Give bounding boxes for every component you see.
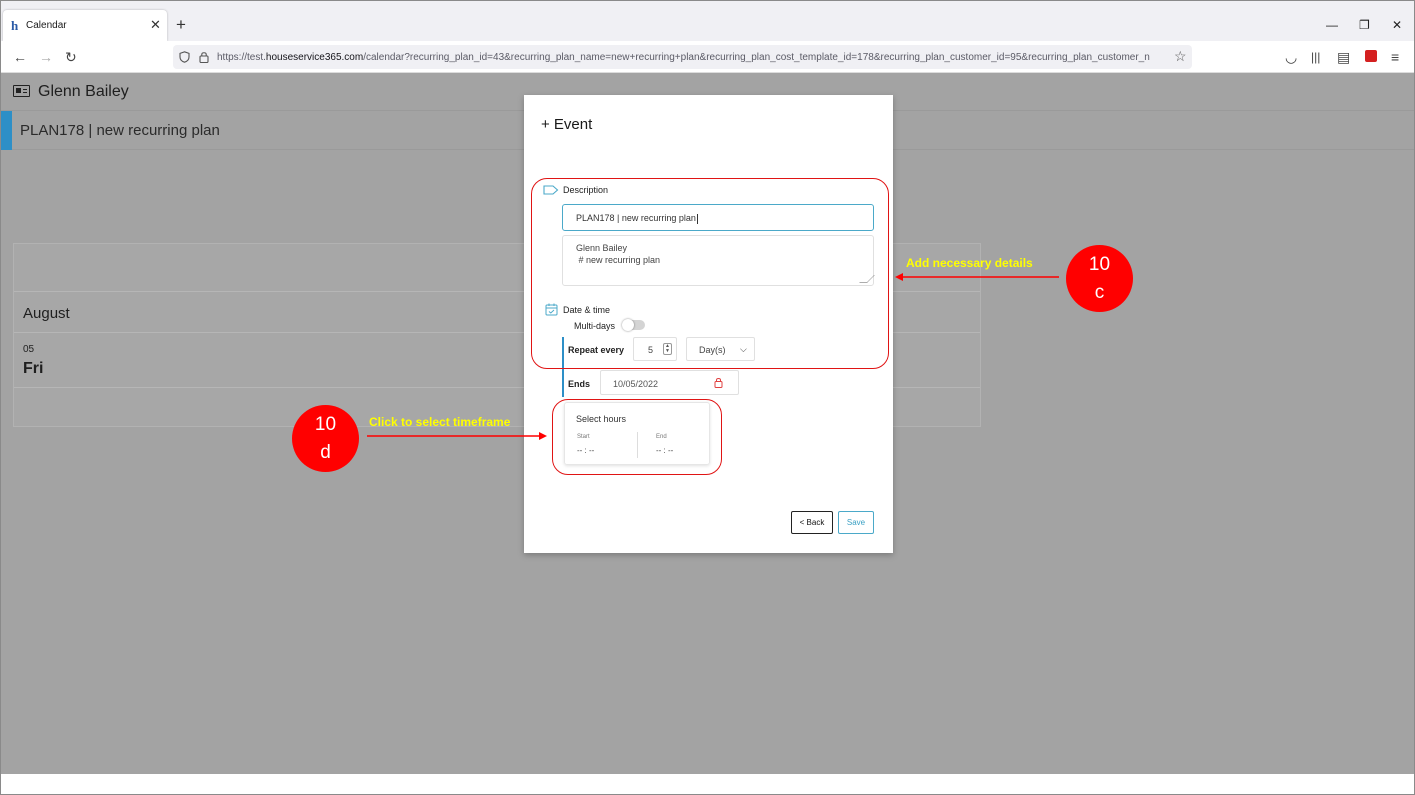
step-badge-10c: 10 c: [1066, 245, 1133, 312]
step-badge-10d: 10 d: [292, 405, 359, 472]
favicon-icon: h: [11, 18, 19, 33]
calendar-day-number: 05: [23, 344, 35, 355]
extension-icon[interactable]: [1365, 50, 1377, 62]
calendar-day-name: Fri: [23, 360, 44, 377]
ends-date-input[interactable]: 10/05/2022: [600, 370, 739, 395]
navigation-bar: ← → ↻ https://test.houseservice365.com/c…: [1, 41, 1414, 73]
annotation-text-timeframe: Click to select timeframe: [369, 415, 511, 429]
annotation-text-details: Add necessary details: [906, 256, 1033, 270]
url-text: https://test.houseservice365.com/calenda…: [217, 52, 1150, 63]
customer-name: Glenn Bailey: [38, 83, 129, 100]
close-tab-icon[interactable]: ✕: [150, 17, 161, 33]
plan-title: PLAN178 | new recurring plan: [20, 122, 220, 139]
contact-card-icon: [13, 85, 30, 97]
arrow-right-icon: [367, 432, 547, 440]
tab-title: Calendar: [26, 20, 67, 31]
restore-icon[interactable]: ❐: [1359, 18, 1370, 32]
annotation-box-hours: [552, 399, 722, 475]
lock-icon: [714, 378, 723, 388]
step-letter: d: [320, 442, 331, 463]
step-number: 10: [1088, 254, 1111, 275]
save-button[interactable]: Save: [838, 511, 874, 534]
step-number: 10: [314, 414, 337, 435]
annotation-box-details: [531, 178, 889, 369]
minimize-icon[interactable]: —: [1326, 18, 1338, 32]
step-letter: c: [1094, 282, 1105, 303]
new-tab-button[interactable]: +: [176, 16, 186, 33]
forward-arrow-icon[interactable]: →: [39, 50, 53, 64]
page-bottom-strip: [1, 774, 1414, 794]
tab-bar: h Calendar ✕ + — ❐ ✕: [1, 1, 1414, 41]
sidebar-icon[interactable]: ▤: [1337, 50, 1350, 64]
back-arrow-icon[interactable]: ←: [13, 50, 27, 64]
plan-accent-bar: [1, 111, 12, 150]
bookmark-star-icon[interactable]: ☆: [1174, 48, 1187, 65]
library-icon[interactable]: |||: [1311, 50, 1320, 64]
reload-icon[interactable]: ↻: [65, 50, 77, 64]
ends-label: Ends: [568, 379, 591, 389]
close-window-icon[interactable]: ✕: [1392, 18, 1402, 32]
pocket-icon[interactable]: ◡: [1285, 50, 1297, 64]
arrow-left-icon: [895, 273, 1059, 281]
shield-icon: [179, 51, 190, 63]
ends-date-value: 10/05/2022: [613, 379, 659, 389]
lock-icon: [199, 52, 209, 63]
calendar-month: August: [23, 305, 70, 322]
browser-window: h Calendar ✕ + — ❐ ✕ ← → ↻ https://test.…: [0, 0, 1415, 795]
modal-title: + Event: [541, 116, 593, 133]
back-button[interactable]: < Back: [791, 511, 833, 534]
tab-calendar[interactable]: h Calendar ✕: [3, 10, 167, 41]
address-bar[interactable]: https://test.houseservice365.com/calenda…: [173, 45, 1192, 69]
menu-icon[interactable]: ≡: [1391, 50, 1399, 64]
